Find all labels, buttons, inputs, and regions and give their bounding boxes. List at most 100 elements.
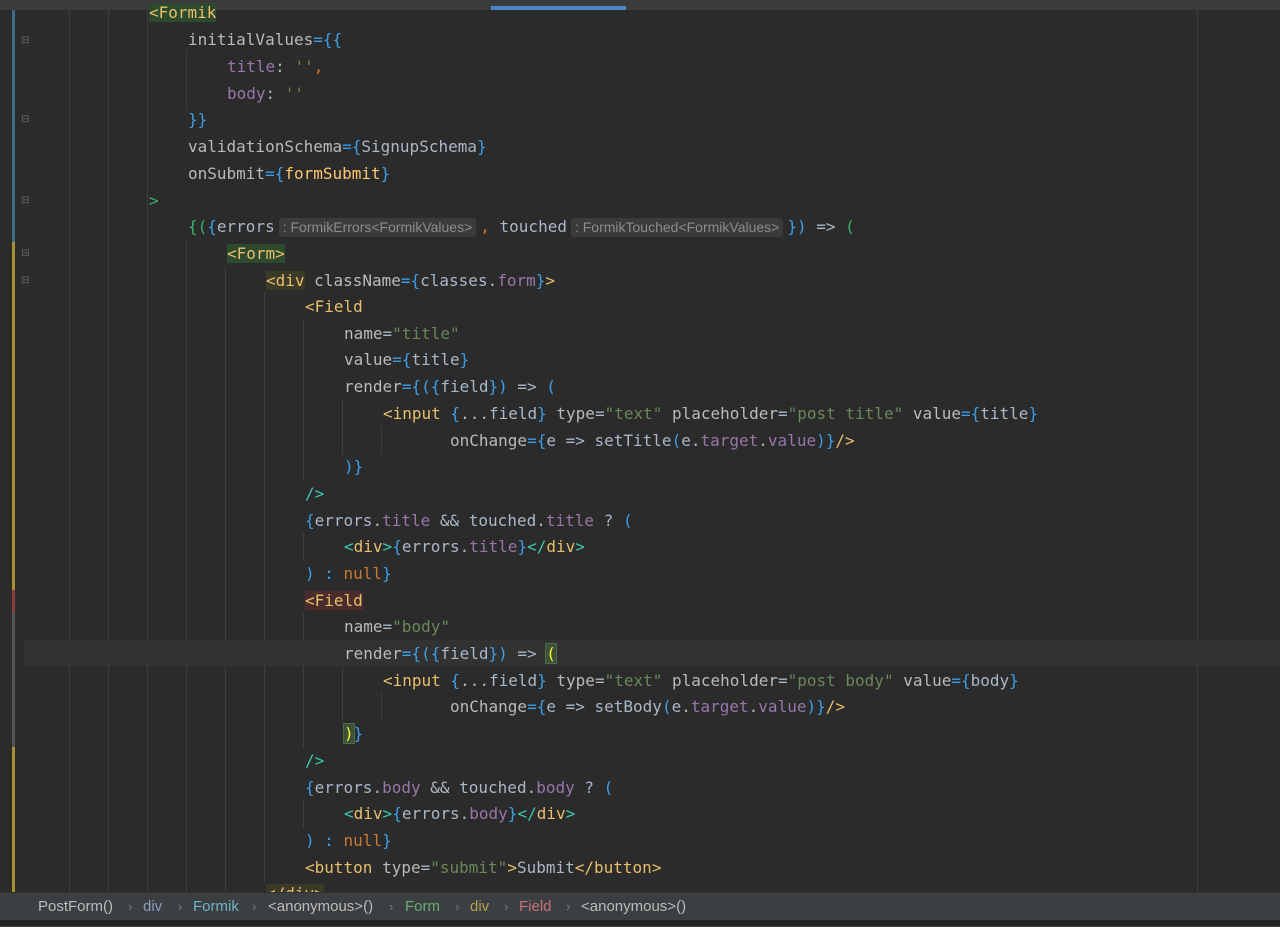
code-line: <Field: [305, 293, 363, 320]
breadcrumb-item-form[interactable]: Form: [405, 893, 440, 921]
breadcrumb-item-formik[interactable]: Formik: [193, 893, 239, 921]
brace: ={: [401, 377, 422, 396]
identifier: title: [411, 350, 460, 369]
jsx-tag: <Formik: [149, 3, 217, 22]
chevron-right-icon: ›: [504, 899, 509, 914]
operator: ?: [594, 511, 623, 530]
jsx-bracket: <: [305, 858, 315, 877]
spread: ...field: [460, 404, 538, 423]
chevron-right-icon: ›: [128, 899, 133, 914]
matched-paren: (: [545, 643, 557, 664]
breadcrumb-item-anonymous[interactable]: <anonymous>(): [268, 893, 373, 921]
jsx-bracket: <: [266, 271, 276, 290]
dot: .: [459, 804, 470, 823]
arrow: =>: [507, 377, 547, 396]
operator: ?: [574, 778, 604, 797]
string-literal: "text": [604, 671, 663, 690]
property: target: [700, 431, 759, 450]
code-line: ) : null}: [305, 827, 392, 854]
dot: .: [536, 511, 546, 530]
parameter: errors: [216, 217, 275, 236]
code-line: validationSchema={SignupSchema}: [188, 133, 487, 160]
code-line: initialValues={{: [188, 26, 342, 53]
property: body: [536, 778, 575, 797]
string-literal: "post title": [787, 404, 904, 423]
property: body: [382, 778, 421, 797]
window-bottom-edge: [0, 920, 1280, 926]
brace: {: [440, 671, 461, 690]
code-line: {errors.body && touched.body ? (: [305, 774, 613, 801]
jsx-tag: Field: [314, 297, 363, 316]
brace: }): [787, 217, 807, 236]
code-line: <input {...field} type="text" placeholde…: [383, 400, 1038, 427]
brace: ={: [265, 164, 285, 183]
string-literal: "post body": [787, 671, 894, 690]
brace: ={: [400, 271, 421, 290]
equals: =: [594, 671, 605, 690]
brace: }): [488, 644, 508, 663]
breadcrumb-item-div-2[interactable]: div: [470, 893, 489, 921]
string-literal: '': [294, 57, 314, 76]
property: body: [469, 804, 508, 823]
breadcrumb-item-postform[interactable]: PostForm(): [38, 893, 113, 921]
breadcrumb-item-anonymous-2[interactable]: <anonymous>(): [581, 893, 686, 921]
brace: ={: [392, 350, 412, 369]
jsx-bracket: >: [382, 537, 393, 556]
jsx-bracket: </: [517, 804, 537, 823]
string-literal: "text": [604, 404, 663, 423]
arrow: =>: [507, 644, 547, 663]
paren: )}: [806, 697, 826, 716]
code-content[interactable]: <Formik initialValues={{ title: '', body…: [0, 0, 1280, 892]
dot: .: [758, 431, 768, 450]
breadcrumb-item-field[interactable]: Field: [519, 893, 552, 921]
code-line: {({errors: FormikErrors<FormikValues>, t…: [188, 213, 855, 240]
code-line: />: [305, 747, 324, 774]
brace: {: [392, 804, 402, 823]
jsx-bracket: </: [527, 537, 547, 556]
jsx-bracket: >: [565, 804, 576, 823]
brace: }: [507, 804, 518, 823]
arrow: =>: [806, 217, 846, 236]
jsx-attribute: name: [344, 324, 383, 343]
jsx-bracket: >: [382, 804, 393, 823]
comma: ,: [480, 217, 500, 236]
identifier: SignupSchema: [361, 137, 477, 156]
jsx-tag: Field: [314, 591, 363, 610]
jsx-bracket: </: [574, 858, 595, 877]
keyword: null: [343, 564, 383, 583]
jsx-tag: button: [594, 858, 652, 877]
brace: ={: [951, 671, 971, 690]
jsx-tag: <input: [383, 404, 441, 423]
string-literal: "submit": [430, 858, 508, 877]
brace: {: [440, 404, 461, 423]
brace: }): [488, 377, 508, 396]
identifier: classes: [420, 271, 488, 290]
chevron-right-icon: ›: [455, 899, 460, 914]
identifier: touched: [459, 778, 527, 797]
dot: .: [372, 511, 383, 530]
jsx-tag: </div>: [266, 884, 324, 892]
paren: )}: [344, 457, 364, 476]
jsx-attribute: validationSchema: [188, 137, 343, 156]
function-call: setTitle: [594, 431, 672, 450]
code-line: </div>: [266, 880, 324, 892]
breadcrumb-item-div[interactable]: div: [143, 893, 162, 921]
parameter: e: [546, 431, 556, 450]
code-editor[interactable]: ⊟ ⊟ ⊟ ⊟ ⊟ <Formik initialValues={{ title…: [0, 0, 1280, 892]
jsx-attribute: value: [344, 350, 393, 369]
brace: ={: [527, 431, 547, 450]
jsx-text: Submit: [516, 858, 575, 877]
brace: }: [382, 564, 392, 583]
code-line: onChange={e => setTitle(e.target.value)}…: [450, 427, 855, 454]
jsx-tag: <Form>: [227, 244, 285, 263]
identifier: touched: [468, 511, 537, 530]
jsx-bracket: >: [545, 271, 556, 290]
paren: )}: [816, 431, 836, 450]
brace: }: [353, 724, 364, 743]
comma: ,: [313, 57, 324, 76]
brace: ={: [401, 644, 422, 663]
identifier: errors: [401, 537, 460, 556]
brace: {: [305, 511, 315, 530]
brace: }: [537, 671, 547, 690]
jsx-attribute: onChange: [450, 431, 528, 450]
